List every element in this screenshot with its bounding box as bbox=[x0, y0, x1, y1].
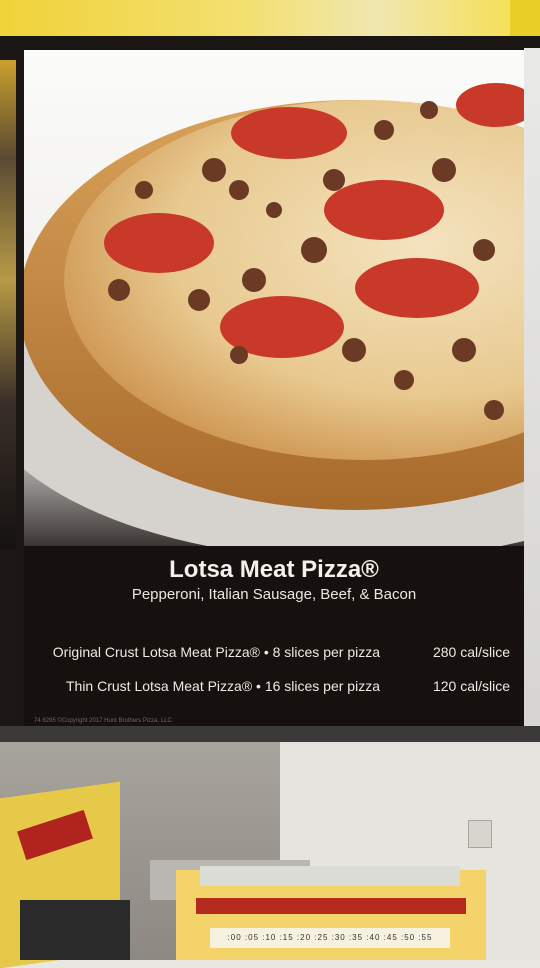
calorie-label: 280 cal/slice bbox=[432, 644, 510, 660]
top-sign-band bbox=[0, 0, 540, 40]
menu-text-panel: Lotsa Meat Pizza® Pepperoni, Italian Sau… bbox=[24, 546, 524, 726]
pizza-toppings: Pepperoni, Italian Sausage, Beef, & Baco… bbox=[131, 586, 417, 603]
neighbor-menu-panel bbox=[0, 60, 16, 550]
crust-option-label: Thin Crust Lotsa Meat Pizza® • 16 slices… bbox=[65, 678, 380, 694]
calorie-label: 120 cal/slice bbox=[432, 678, 510, 694]
box-shadow-area bbox=[20, 900, 130, 960]
pizza-box-lid bbox=[200, 866, 460, 886]
sign-rail bbox=[0, 726, 540, 742]
wall-edge bbox=[524, 48, 540, 738]
pizza-box-timer-scale: :00 :05 :10 :15 :20 :25 :30 :35 :40 :45 … bbox=[210, 928, 450, 948]
crust-option-original: Original Crust Lotsa Meat Pizza® • 8 sli… bbox=[40, 644, 510, 664]
pizza-illustration bbox=[24, 83, 524, 546]
pizza-title: Lotsa Meat Pizza® bbox=[169, 556, 379, 583]
pizza-box-stripe bbox=[196, 898, 466, 914]
copyright-text: 74 8295 ©Copyright 2017 Hunt Brothers Pi… bbox=[34, 718, 172, 724]
wall-outlet bbox=[468, 820, 492, 848]
neighbor-menu-panel-lower bbox=[0, 550, 16, 720]
pizza-photo bbox=[24, 50, 524, 546]
crust-option-label: Original Crust Lotsa Meat Pizza® • 8 sli… bbox=[52, 644, 380, 660]
crust-option-thin: Thin Crust Lotsa Meat Pizza® • 16 slices… bbox=[40, 678, 510, 698]
